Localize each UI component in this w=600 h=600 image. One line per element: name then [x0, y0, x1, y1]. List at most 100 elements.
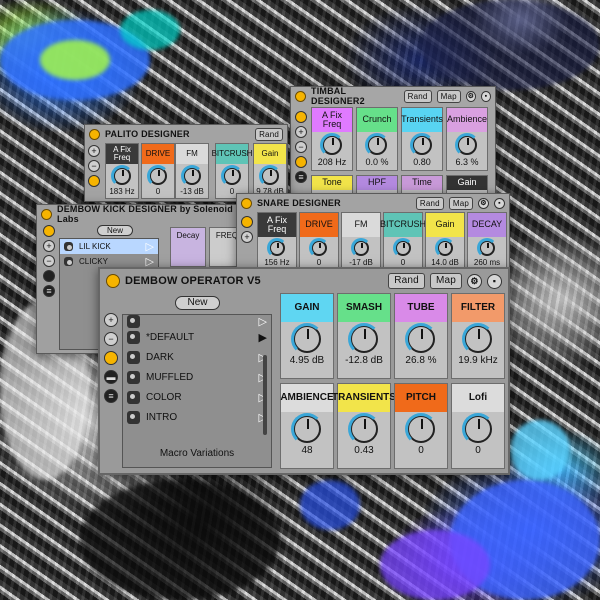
rand-button[interactable]: Rand [415, 196, 444, 210]
power-toggle[interactable] [89, 128, 100, 140]
macro-top-2[interactable]: Transients 0.80 [401, 107, 443, 171]
macro-filter[interactable]: FILTER 19.9 kHz [451, 293, 505, 379]
hotswap-icon[interactable] [295, 111, 307, 123]
preset-item[interactable]: DARK▷ [123, 347, 271, 367]
knob[interactable] [348, 323, 380, 355]
plus-icon[interactable]: + [88, 145, 100, 157]
knob[interactable] [267, 238, 287, 258]
list-icon[interactable]: ≡ [104, 389, 118, 403]
knob[interactable] [365, 133, 389, 157]
macro-4[interactable]: Gain 9.78 dB [253, 143, 287, 199]
minus-icon[interactable]: − [43, 255, 55, 267]
minus-icon[interactable]: − [295, 141, 307, 153]
play-icon[interactable]: ▶ [259, 331, 267, 344]
play-icon[interactable]: ▷ [259, 315, 267, 328]
preset-item[interactable]: INTRO▷ [123, 407, 271, 427]
save-icon[interactable]: ▪ [494, 197, 505, 209]
macro-3[interactable]: BITCRUSH 0 [380, 212, 426, 270]
play-icon[interactable]: ▷ [146, 240, 154, 253]
knob[interactable] [393, 238, 413, 258]
macro-smash[interactable]: SMASH -12.8 dB [337, 293, 391, 379]
macro-bottom-0[interactable]: Tone [311, 175, 353, 195]
macro-tube[interactable]: TUBE 26.8 % [394, 293, 448, 379]
knob[interactable] [351, 238, 371, 258]
macro-top-3[interactable]: Ambience 6.3 % [446, 107, 488, 171]
knob[interactable] [348, 413, 380, 445]
map-button[interactable]: Map [436, 89, 461, 103]
knob[interactable] [221, 165, 243, 187]
macro-transients[interactable]: TRANSIENTS 0.43 [332, 383, 396, 469]
knob[interactable] [405, 413, 437, 445]
plus-icon[interactable]: + [104, 313, 118, 327]
minus-icon[interactable]: − [88, 160, 100, 172]
macro-bottom-2[interactable]: Time [401, 175, 443, 195]
preset-item[interactable]: MUFFLED▷ [123, 367, 271, 387]
macro-0[interactable]: A Fix Freq 156 Hz [257, 212, 297, 270]
save-icon[interactable]: ▪ [480, 90, 491, 102]
knob[interactable] [259, 165, 281, 187]
macro-top-1[interactable]: Crunch 0.0 % [356, 107, 398, 171]
macro-lofi[interactable]: Lofi 0 [451, 383, 505, 469]
hotswap-icon[interactable] [241, 216, 253, 228]
knob[interactable] [309, 238, 329, 258]
macro-gain[interactable]: GAIN 4.95 dB [280, 293, 334, 379]
save-icon[interactable]: ▪ [487, 273, 502, 289]
macro-4[interactable]: Gain 14.0 dB [425, 212, 465, 270]
knob[interactable] [291, 413, 323, 445]
plus-icon[interactable]: + [241, 231, 253, 243]
macro-2[interactable]: FM -13 dB [175, 143, 209, 199]
map-button[interactable]: Map [448, 196, 473, 210]
rand-button[interactable]: Rand [255, 127, 283, 141]
macro-bottom-1[interactable]: HPF [356, 175, 398, 195]
knob[interactable] [111, 165, 133, 187]
camera-icon[interactable] [104, 351, 118, 365]
macro-ambience[interactable]: AMBIENCE 48 [280, 383, 334, 469]
preset-item[interactable]: COLOR▷ [123, 387, 271, 407]
macro-2[interactable]: FM -17 dB [341, 212, 381, 270]
knob[interactable] [405, 323, 437, 355]
knob[interactable] [462, 323, 494, 355]
power-toggle[interactable] [241, 197, 252, 209]
map-button[interactable]: Map [429, 273, 462, 289]
macro-top-0[interactable]: A Fix Freq 208 Hz [311, 107, 353, 171]
power-toggle[interactable] [106, 274, 120, 288]
camera-icon[interactable] [295, 156, 307, 168]
minus-icon[interactable]: − [104, 332, 118, 346]
macro-1[interactable]: DRIVE 0 [299, 212, 339, 270]
power-toggle[interactable] [295, 90, 306, 102]
plus-icon[interactable]: + [43, 240, 55, 252]
macro-decay[interactable]: Decay [170, 227, 206, 267]
knob[interactable] [410, 133, 434, 157]
macro-5[interactable]: DECAY 260 ms [467, 212, 507, 270]
new-preset-button[interactable]: New [175, 296, 220, 310]
view-icon[interactable]: ▬ [104, 370, 118, 384]
wrench-icon[interactable]: ⚙ [478, 197, 489, 209]
knob[interactable] [477, 238, 497, 258]
macro-bottom-3[interactable]: Gain [446, 175, 488, 195]
knob[interactable] [435, 238, 455, 258]
knob[interactable] [462, 413, 494, 445]
macro-pitch[interactable]: PITCH 0 [394, 383, 448, 469]
hotswap-icon[interactable] [43, 225, 55, 237]
list-icon[interactable]: ≡ [295, 171, 307, 183]
wrench-icon[interactable]: ⚙ [465, 90, 476, 102]
knob[interactable] [291, 323, 323, 355]
rand-button[interactable]: Rand [403, 89, 432, 103]
knob[interactable] [455, 133, 479, 157]
macro-1[interactable]: DRIVE 0 [141, 143, 175, 199]
macro-3[interactable]: BITCRUSH 0 [212, 143, 252, 199]
list-icon[interactable]: ≡ [43, 285, 55, 297]
preset-item[interactable]: *DEFAULT ▶ [123, 327, 271, 347]
knob[interactable] [147, 165, 169, 187]
rand-button[interactable]: Rand [388, 273, 425, 289]
power-toggle[interactable] [41, 208, 52, 220]
wrench-icon[interactable]: ⚙ [467, 273, 482, 289]
scrollbar[interactable] [263, 355, 267, 435]
preset-item[interactable]: ▷ [123, 314, 271, 328]
preset-item[interactable]: LIL KICK ▷ [60, 239, 158, 254]
camera-icon[interactable] [43, 270, 55, 282]
knob[interactable] [320, 133, 344, 157]
new-preset-button[interactable]: New [97, 225, 133, 236]
macro-0[interactable]: A Fix Freq 183 Hz [105, 143, 139, 199]
plus-icon[interactable]: + [295, 126, 307, 138]
